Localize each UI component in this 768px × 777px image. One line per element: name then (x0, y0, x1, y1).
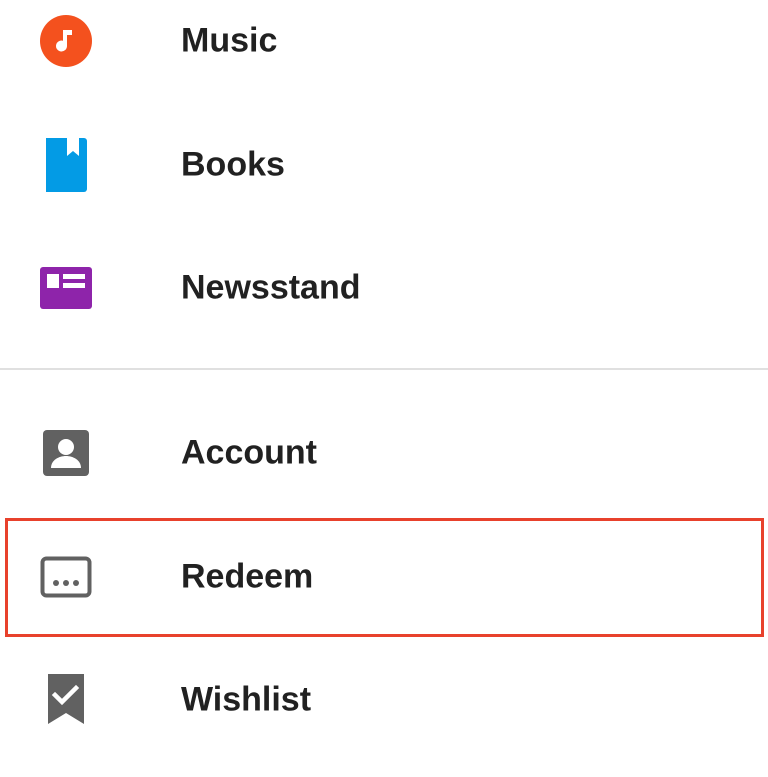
menu-item-redeem[interactable]: Redeem (0, 522, 768, 632)
wishlist-icon (36, 670, 96, 730)
menu-item-label: Account (181, 433, 317, 472)
menu-item-music[interactable]: Music (0, 0, 768, 96)
music-note-icon (36, 11, 96, 71)
menu-divider (0, 368, 768, 370)
menu-item-label: Books (181, 145, 285, 184)
menu-item-books[interactable]: Books (0, 110, 768, 220)
menu-item-wishlist[interactable]: Wishlist (0, 645, 768, 755)
menu-item-label: Newsstand (181, 268, 361, 307)
newsstand-icon (36, 258, 96, 318)
navigation-menu: Music Books Newsstand Account Redeem Wis… (0, 0, 768, 777)
menu-item-label: Wishlist (181, 680, 312, 719)
redeem-card-icon (36, 547, 96, 607)
menu-item-newsstand[interactable]: Newsstand (0, 233, 768, 343)
menu-item-label: Redeem (181, 557, 314, 596)
bookmark-book-icon (36, 135, 96, 195)
account-icon (36, 423, 96, 483)
menu-item-label: Music (181, 21, 278, 60)
menu-item-account[interactable]: Account (0, 398, 768, 508)
